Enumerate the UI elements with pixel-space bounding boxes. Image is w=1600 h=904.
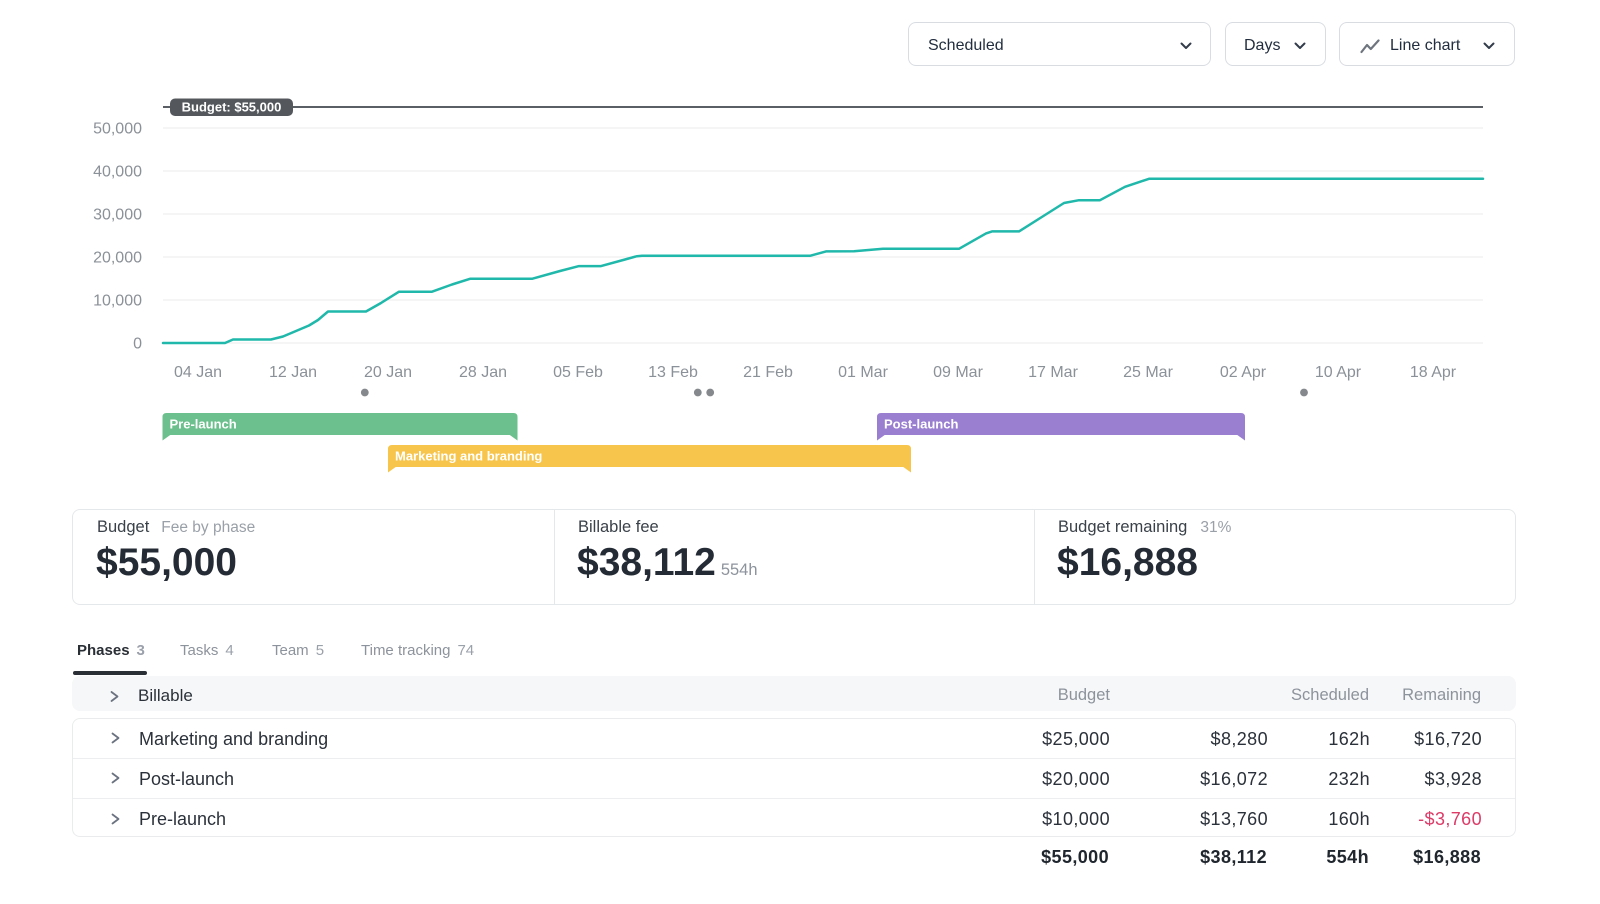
- svg-text:10,000: 10,000: [93, 293, 142, 310]
- svg-text:17 Mar: 17 Mar: [1028, 364, 1078, 381]
- svg-text:18 Apr: 18 Apr: [1410, 364, 1457, 381]
- svg-text:Marketing and branding: Marketing and branding: [395, 449, 542, 464]
- svg-text:21 Feb: 21 Feb: [743, 364, 793, 381]
- svg-text:40,000: 40,000: [93, 164, 142, 181]
- svg-text:20 Jan: 20 Jan: [364, 364, 412, 381]
- svg-text:04 Jan: 04 Jan: [174, 364, 222, 381]
- svg-text:50,000: 50,000: [93, 121, 142, 138]
- svg-text:05 Feb: 05 Feb: [553, 364, 603, 381]
- svg-text:10 Apr: 10 Apr: [1315, 364, 1362, 381]
- svg-text:25 Mar: 25 Mar: [1123, 364, 1173, 381]
- svg-text:28 Jan: 28 Jan: [459, 364, 507, 381]
- svg-text:Post-launch: Post-launch: [884, 417, 958, 432]
- svg-text:02 Apr: 02 Apr: [1220, 364, 1267, 381]
- svg-text:Budget: $55,000: Budget: $55,000: [182, 100, 282, 115]
- svg-text:13 Feb: 13 Feb: [648, 364, 698, 381]
- svg-text:12 Jan: 12 Jan: [269, 364, 317, 381]
- svg-text:Pre-launch: Pre-launch: [170, 417, 237, 432]
- svg-text:01 Mar: 01 Mar: [838, 364, 888, 381]
- svg-text:30,000: 30,000: [93, 207, 142, 224]
- svg-text:09 Mar: 09 Mar: [933, 364, 983, 381]
- svg-text:20,000: 20,000: [93, 250, 142, 267]
- svg-text:0: 0: [133, 336, 142, 353]
